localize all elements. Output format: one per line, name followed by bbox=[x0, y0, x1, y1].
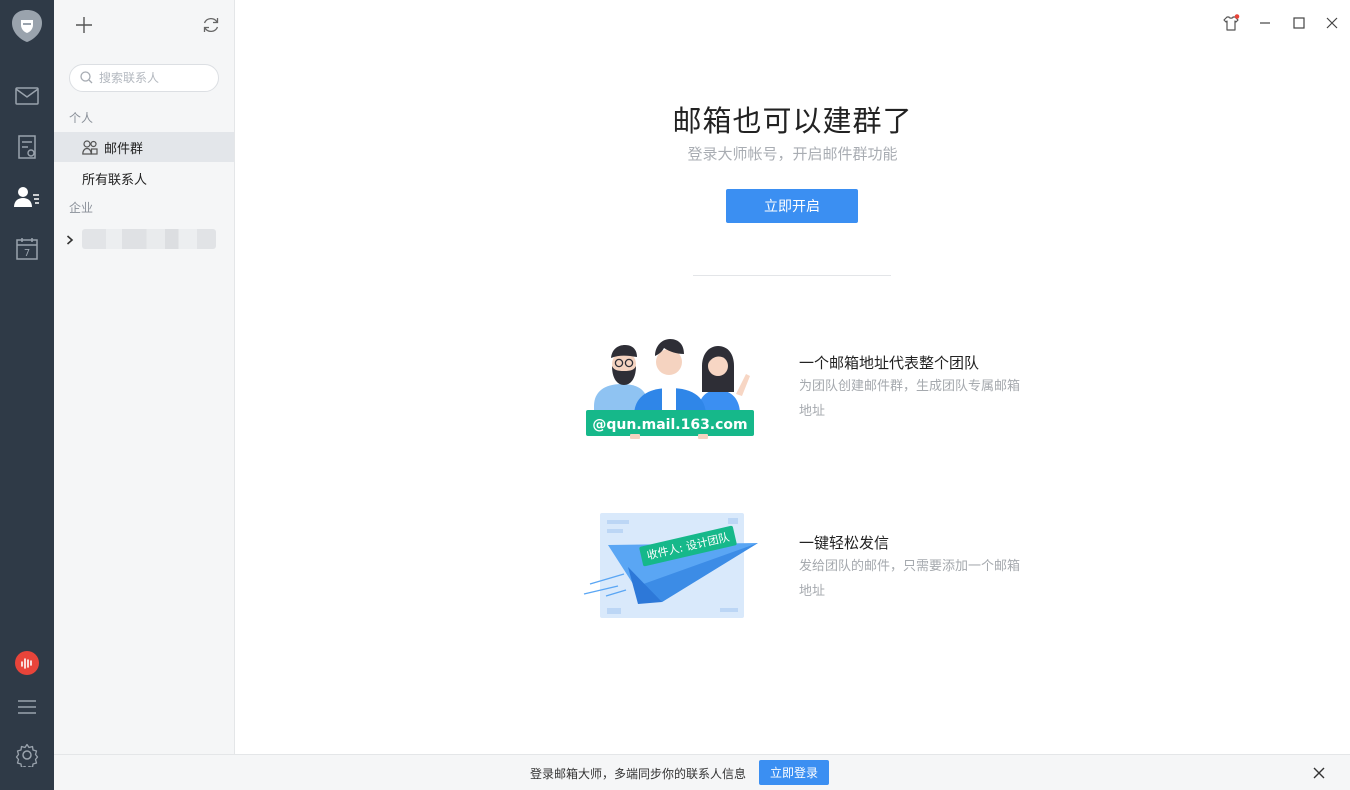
contacts-panel: 个人 邮件群 所有联系人 企业 bbox=[54, 0, 235, 754]
team-illustration: @qun.mail.163.com bbox=[586, 336, 758, 440]
feature-description: 为团队创建邮件群，生成团队专属邮箱地址 bbox=[799, 379, 1021, 419]
left-rail: 7 bbox=[0, 0, 54, 790]
sidebar-item-label: 邮件群 bbox=[104, 141, 144, 157]
page-title: 邮箱也可以建群了 bbox=[672, 104, 913, 138]
login-button[interactable]: 立即登录 bbox=[759, 760, 829, 785]
email-badge-text: @qun.mail.163.com bbox=[592, 417, 747, 433]
minimize-button[interactable] bbox=[1254, 12, 1276, 34]
contact-search[interactable] bbox=[69, 64, 219, 92]
close-icon[interactable] bbox=[1310, 764, 1328, 782]
search-input[interactable] bbox=[99, 71, 209, 85]
enterprise-org-item[interactable] bbox=[66, 228, 226, 250]
notification-dot bbox=[1234, 14, 1240, 19]
app-logo-icon[interactable] bbox=[11, 10, 43, 42]
refresh-button[interactable] bbox=[198, 12, 224, 38]
mail-icon[interactable] bbox=[13, 82, 41, 110]
sidebar-item-label: 所有联系人 bbox=[82, 172, 148, 188]
section-personal-label: 个人 bbox=[69, 111, 94, 125]
main-content: 邮箱也可以建群了 登录大师帐号，开启邮件群功能 立即开启 @qun.mail.1… bbox=[235, 0, 1350, 754]
page-subtitle: 登录大师帐号，开启邮件群功能 bbox=[687, 145, 898, 163]
contacts-icon[interactable] bbox=[13, 183, 41, 211]
menu-icon[interactable] bbox=[13, 693, 41, 721]
search-icon bbox=[80, 69, 93, 88]
settings-icon[interactable] bbox=[13, 741, 41, 769]
redacted-org-name bbox=[82, 229, 216, 249]
section-enterprise-label: 企业 bbox=[69, 201, 94, 215]
app-window: 7 个人 邮件群 bbox=[0, 0, 1350, 790]
close-window-button[interactable] bbox=[1321, 12, 1343, 34]
paper-plane-illustration: 收件人: 设计团队 bbox=[580, 512, 760, 620]
chevron-right-icon[interactable] bbox=[66, 230, 74, 249]
feature-title: 一个邮箱地址代表整个团队 bbox=[799, 354, 980, 372]
login-prompt-bar: 登录邮箱大师，多端同步你的联系人信息 立即登录 bbox=[54, 754, 1350, 790]
svg-text:7: 7 bbox=[24, 248, 30, 259]
calendar-icon[interactable]: 7 bbox=[13, 235, 41, 263]
skin-button[interactable] bbox=[1220, 12, 1242, 34]
feature-description: 发给团队的邮件，只需要添加一个邮箱地址 bbox=[799, 559, 1021, 599]
sidebar-item-mail-group[interactable]: 邮件群 bbox=[54, 132, 234, 162]
notes-icon[interactable] bbox=[13, 133, 41, 161]
enable-mail-group-button[interactable]: 立即开启 bbox=[726, 189, 858, 223]
sidebar-item-all-contacts[interactable]: 所有联系人 bbox=[54, 163, 234, 193]
feature-title: 一键轻松发信 bbox=[799, 534, 890, 552]
group-icon bbox=[82, 139, 98, 155]
maximize-button[interactable] bbox=[1288, 12, 1310, 34]
add-contact-button[interactable] bbox=[71, 12, 97, 38]
podcast-icon[interactable] bbox=[13, 649, 41, 677]
section-divider bbox=[693, 275, 891, 276]
login-prompt-message: 登录邮箱大师，多端同步你的联系人信息 bbox=[530, 767, 747, 781]
